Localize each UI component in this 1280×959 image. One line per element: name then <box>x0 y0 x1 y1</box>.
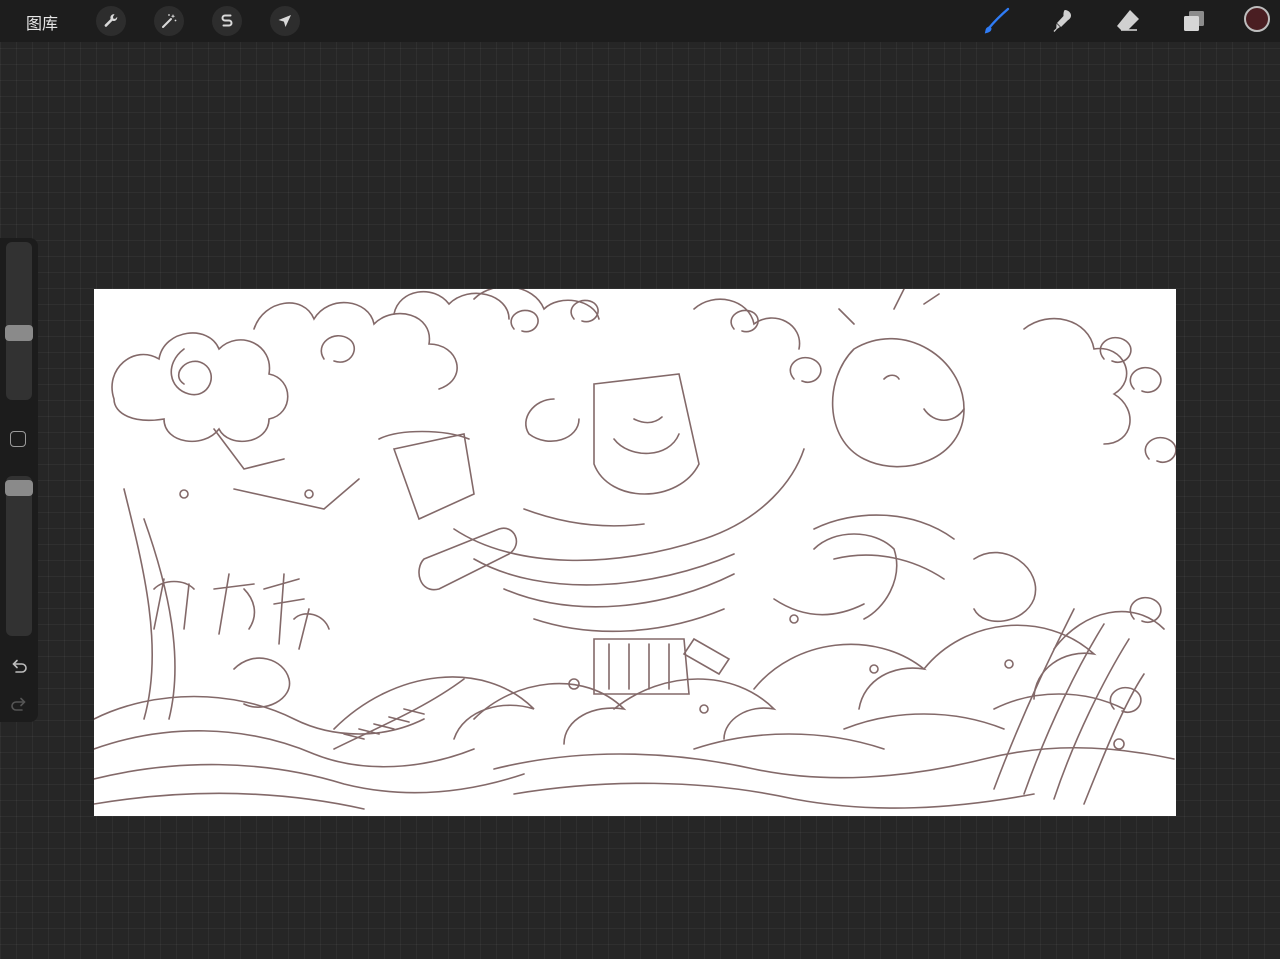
brush-tool-button[interactable] <box>980 5 1012 37</box>
opacity-slider[interactable] <box>6 476 32 636</box>
sketch-artwork <box>94 289 1176 810</box>
arrow-cursor-icon <box>278 15 291 27</box>
left-sidebar <box>0 238 38 722</box>
selection-s-icon <box>221 14 233 27</box>
selection-button[interactable] <box>212 6 242 36</box>
actions-button[interactable] <box>96 6 126 36</box>
brush-size-slider[interactable] <box>6 242 32 400</box>
brush-size-thumb[interactable] <box>5 325 33 341</box>
opacity-thumb[interactable] <box>5 480 33 496</box>
current-color-swatch[interactable] <box>1244 6 1270 32</box>
adjustments-button[interactable] <box>154 6 184 36</box>
brush-icon <box>984 7 1010 34</box>
redo-button[interactable] <box>8 694 30 716</box>
eraser-icon <box>1117 10 1139 31</box>
modify-button[interactable] <box>10 431 26 447</box>
redo-icon <box>11 697 26 711</box>
layers-icon <box>1184 11 1204 31</box>
top-toolbar: 图库 <box>0 0 1280 42</box>
undo-icon <box>12 659 27 673</box>
smudge-icon <box>1053 10 1071 32</box>
gallery-button[interactable]: 图库 <box>26 10 58 34</box>
wrench-icon <box>104 14 118 27</box>
smudge-tool-button[interactable] <box>1046 5 1078 37</box>
eraser-tool-button[interactable] <box>1112 5 1144 37</box>
drawing-canvas[interactable] <box>94 289 1176 816</box>
undo-button[interactable] <box>8 656 30 678</box>
transform-button[interactable] <box>270 6 300 36</box>
magic-wand-icon <box>162 14 177 28</box>
layers-tool-button[interactable] <box>1178 5 1210 37</box>
